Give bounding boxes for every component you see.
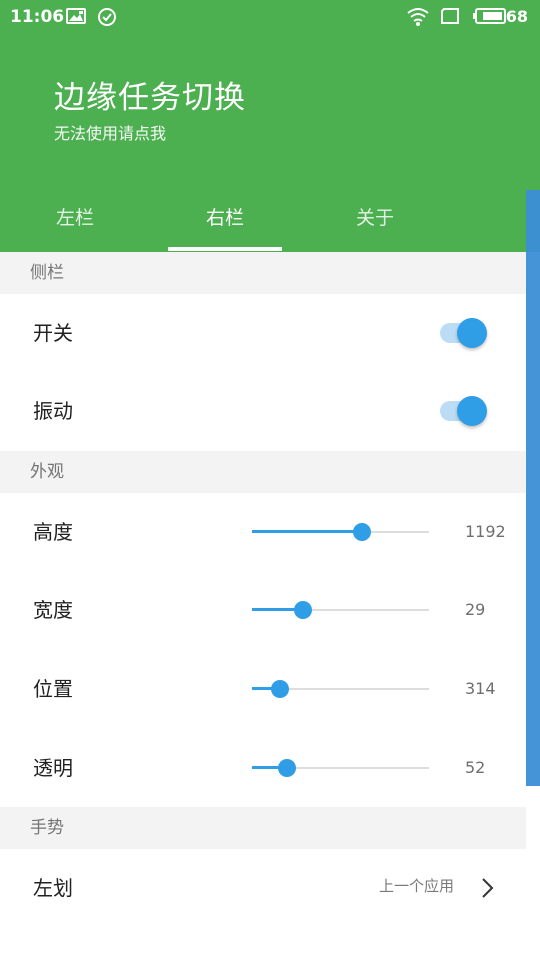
swipe-left-action: 上一个应用	[378, 877, 454, 895]
setting-label: 位置	[33, 677, 73, 701]
tab-right-bar[interactable]: 右栏	[168, 190, 282, 252]
battery-icon	[473, 7, 507, 25]
page-title: 边缘任务切换	[54, 80, 246, 116]
chevron-right-icon	[478, 877, 496, 899]
setting-row-switch[interactable]: 开关	[0, 294, 526, 372]
tab-indicator	[168, 247, 282, 251]
setting-label: 振动	[33, 399, 73, 423]
section-sidebar-header: 侧栏	[0, 252, 526, 294]
help-link[interactable]: 无法使用请点我	[54, 120, 166, 144]
scrollbar[interactable]	[526, 190, 540, 786]
setting-label: 开关	[33, 321, 73, 345]
setting-label: 左划	[33, 876, 73, 900]
slider-thumb[interactable]	[278, 759, 296, 777]
setting-label: 宽度	[33, 598, 73, 622]
width-slider[interactable]	[252, 600, 429, 620]
toggle-thumb	[457, 318, 487, 348]
setting-row-height: 高度 1192	[0, 493, 526, 571]
wifi-icon	[406, 7, 430, 26]
status-time: 11:06	[10, 7, 65, 27]
setting-label: 高度	[33, 520, 73, 544]
image-icon	[66, 7, 86, 25]
slider-thumb[interactable]	[353, 523, 371, 541]
setting-label: 透明	[33, 756, 73, 780]
setting-row-vibrate[interactable]: 振动	[0, 372, 526, 450]
opacity-value: 52	[465, 758, 486, 777]
width-value: 29	[465, 600, 486, 619]
section-gesture-header: 手势	[0, 807, 526, 849]
screen-icon	[440, 7, 460, 25]
position-value: 314	[465, 679, 496, 698]
setting-row-swipe-left[interactable]: 左划 上一个应用	[0, 849, 526, 927]
tab-bar: 左栏 右栏 关于	[0, 190, 540, 252]
slider-thumb[interactable]	[294, 601, 312, 619]
enable-toggle[interactable]	[440, 318, 488, 348]
section-appearance-header: 外观	[0, 451, 526, 493]
vibrate-toggle[interactable]	[440, 396, 488, 426]
tab-left-bar[interactable]: 左栏	[18, 190, 132, 252]
battery-level: 68	[505, 7, 528, 26]
setting-row-position: 位置 314	[0, 650, 526, 728]
slider-thumb[interactable]	[271, 680, 289, 698]
toggle-thumb	[457, 396, 487, 426]
height-slider[interactable]	[252, 522, 429, 542]
setting-row-opacity: 透明 52	[0, 729, 526, 807]
slider-fill	[252, 530, 362, 533]
tab-about[interactable]: 关于	[318, 190, 432, 252]
status-bar: 11:06 68	[0, 0, 540, 34]
height-value: 1192	[465, 522, 506, 541]
check-circle-icon	[97, 7, 117, 26]
opacity-slider[interactable]	[252, 758, 429, 778]
setting-row-width: 宽度 29	[0, 571, 526, 649]
app-header: 11:06 68 边缘任务切换 无法使用请点我 左栏 右栏 关于	[0, 0, 540, 252]
position-slider[interactable]	[252, 679, 429, 699]
